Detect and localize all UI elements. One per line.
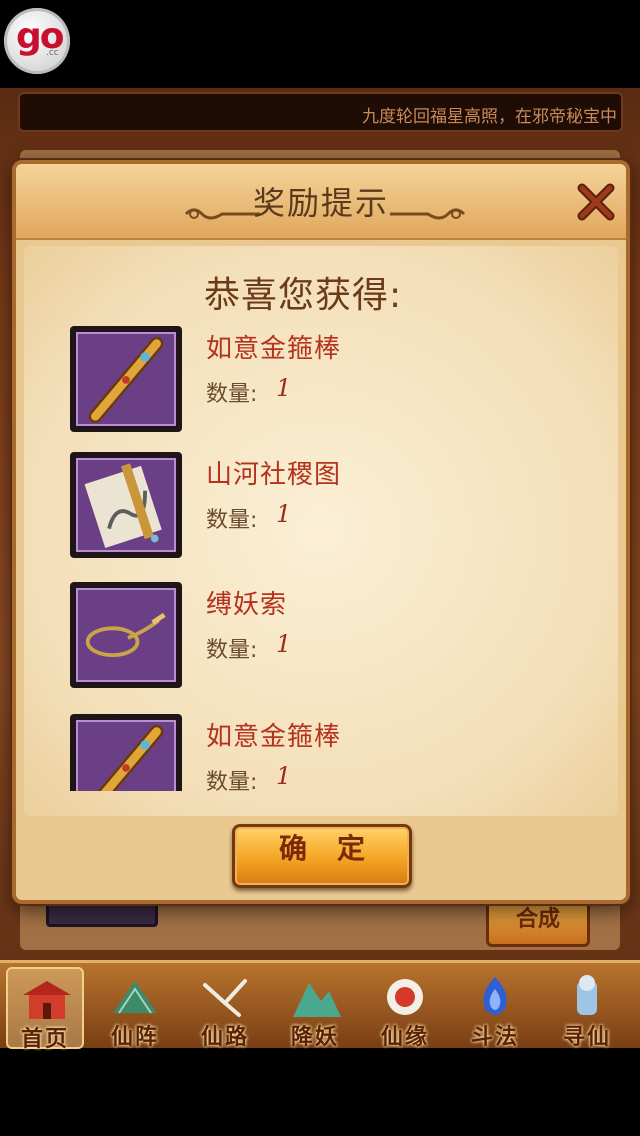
item-quantity-value: 1 xyxy=(276,762,292,790)
item-quantity-label: 数量: xyxy=(206,770,258,791)
crane-icon xyxy=(203,979,247,1017)
reward-item: 如意金箍棒 数量: 1 xyxy=(70,714,590,791)
marquee-text: 九度轮回福星高照，在邪帝秘宝中 xyxy=(362,107,617,127)
congrats-text: 恭喜您获得: xyxy=(204,275,403,316)
item-quantity-label: 数量: xyxy=(206,382,258,407)
palace-icon xyxy=(23,981,71,1019)
item-name: 如意金箍棒 xyxy=(206,722,342,752)
dialog-body: 恭喜您获得: 如意金箍棒 数量: 1 山河社稷图 数量: 1 缚妖索 数量: 1… xyxy=(24,246,618,816)
item-quantity-label: 数量: xyxy=(206,508,258,533)
reward-dialog: 奖励提示 恭喜您获得: 如意金箍棒 数量: 1 山河社稷图 数量: 1 缚妖索 … xyxy=(12,160,630,904)
nav-label: 首页 xyxy=(20,1027,69,1052)
nav-item-xiangyao[interactable]: 降妖 xyxy=(276,967,354,1050)
item-slot[interactable] xyxy=(70,714,182,791)
sun-crane-icon xyxy=(387,979,423,1015)
reward-item: 缚妖索 数量: 1 xyxy=(70,582,590,692)
confirm-button[interactable]: 确定 xyxy=(232,824,412,888)
item-name: 如意金箍棒 xyxy=(206,334,342,364)
reward-item: 山河社稷图 数量: 1 xyxy=(70,452,590,562)
item-name: 缚妖索 xyxy=(206,590,288,620)
binding-rope-icon xyxy=(85,612,166,658)
item-quantity-label: 数量: xyxy=(206,638,258,663)
dialog-title: 奖励提示 xyxy=(252,184,389,222)
item-quantity-value: 1 xyxy=(276,374,292,402)
close-button[interactable] xyxy=(574,180,618,224)
scroll-painting-icon xyxy=(84,463,162,548)
item-slot[interactable] xyxy=(70,452,182,558)
nav-label: 仙路 xyxy=(200,1025,249,1050)
item-name: 山河社稷图 xyxy=(206,460,342,490)
nav-label: 寻仙 xyxy=(562,1025,611,1050)
item-slot[interactable] xyxy=(70,326,182,432)
blue-flame-icon xyxy=(483,977,507,1015)
nav-label: 仙缘 xyxy=(380,1025,429,1050)
item-quantity-value: 1 xyxy=(276,500,292,528)
golden-staff-icon xyxy=(88,336,164,424)
nav-label: 降妖 xyxy=(290,1025,339,1050)
bottom-nav: 首页 仙阵 仙路 降妖 仙缘 斗法 寻仙 xyxy=(0,960,640,1052)
fan-icon xyxy=(113,981,157,1014)
golden-staff-icon xyxy=(97,724,164,791)
go-cc-logo[interactable]: go .cc xyxy=(4,8,70,74)
immortal-icon xyxy=(577,975,597,1015)
nav-item-xianzhen[interactable]: 仙阵 xyxy=(96,967,174,1050)
item-slot[interactable] xyxy=(70,582,182,688)
nav-item-xunxian[interactable]: 寻仙 xyxy=(548,967,626,1050)
announcement-marquee: 九度轮回福星高照，在邪帝秘宝中 xyxy=(18,92,623,132)
reward-list[interactable]: 如意金箍棒 数量: 1 山河社稷图 数量: 1 缚妖索 数量: 1 如意金箍棒 … xyxy=(24,326,618,791)
nav-label: 斗法 xyxy=(470,1025,519,1050)
nav-item-xianlu[interactable]: 仙路 xyxy=(186,967,264,1050)
dialog-header: 奖励提示 xyxy=(16,164,626,240)
scroll-ornament-icon xyxy=(390,208,466,220)
nav-item-doufa[interactable]: 斗法 xyxy=(456,967,534,1050)
reward-item: 如意金箍棒 数量: 1 xyxy=(70,326,590,436)
close-icon xyxy=(577,183,615,221)
nav-item-xianyuan[interactable]: 仙缘 xyxy=(366,967,444,1050)
nav-label: 仙阵 xyxy=(110,1025,159,1050)
nav-item-home[interactable]: 首页 xyxy=(6,967,84,1052)
mountain-icon xyxy=(293,983,341,1017)
item-quantity-value: 1 xyxy=(276,630,292,658)
